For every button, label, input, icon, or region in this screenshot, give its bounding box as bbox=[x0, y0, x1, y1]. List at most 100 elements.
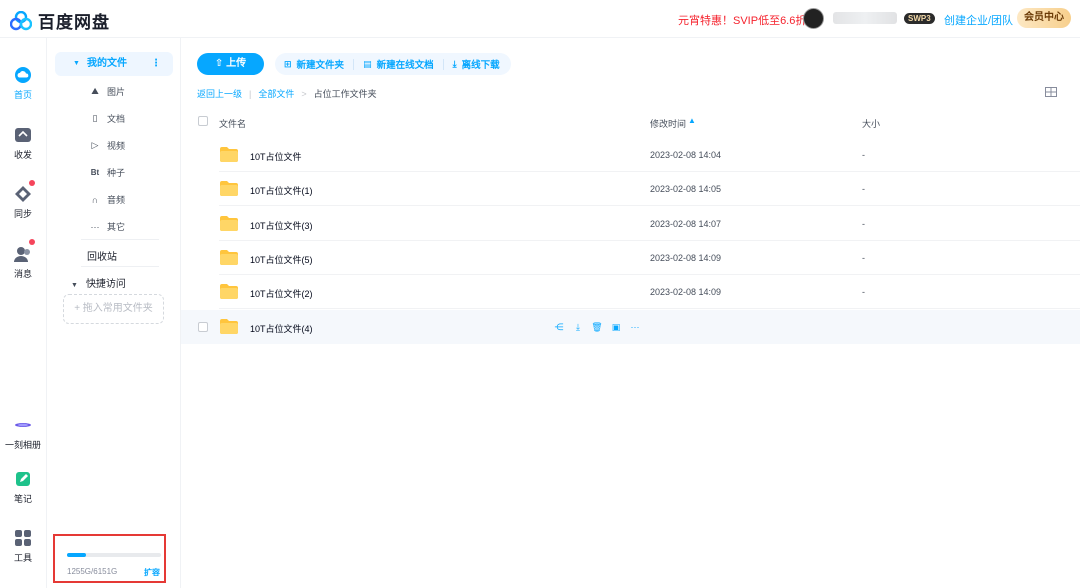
breadcrumb-separator: | bbox=[249, 88, 252, 99]
sort-ascending-icon[interactable]: ▲ bbox=[688, 116, 696, 125]
sidebar-item-my-files[interactable]: ▼ 我的文件 ⋮ bbox=[55, 52, 173, 76]
rail-item-transfer[interactable]: 收发 bbox=[0, 126, 46, 161]
username[interactable] bbox=[833, 12, 897, 24]
messages-badge bbox=[29, 239, 35, 245]
rail-label: 收发 bbox=[13, 150, 32, 160]
file-modified: 2023-02-08 14:04 bbox=[650, 150, 722, 160]
quota-text: 1255G/6151G bbox=[67, 567, 118, 576]
rename-icon[interactable]: ▣ bbox=[610, 321, 622, 333]
rail-label: 消息 bbox=[13, 269, 32, 279]
promo-link[interactable]: 元宵特惠！SVIP低至6.6折 bbox=[678, 12, 806, 28]
sidebar-item-recycle-bin[interactable]: 回收站 bbox=[87, 248, 117, 263]
upload-icon: ⇧ bbox=[214, 58, 224, 69]
folder-icon bbox=[220, 216, 238, 231]
column-size[interactable]: 大小 bbox=[862, 117, 880, 130]
note-icon bbox=[16, 472, 30, 486]
delete-icon[interactable]: 🗑 bbox=[591, 321, 603, 333]
storage-quota: 1255G/6151G 扩容 bbox=[53, 534, 166, 583]
select-all-checkbox[interactable] bbox=[198, 116, 208, 126]
sidebar-label: 文档 bbox=[107, 114, 126, 124]
more-icon[interactable]: ··· bbox=[629, 321, 641, 333]
rail-item-home[interactable]: 首页 bbox=[0, 66, 46, 101]
file-name[interactable]: 10T占位文件(4) bbox=[250, 322, 313, 335]
file-name[interactable]: 10T占位文件(3) bbox=[250, 219, 313, 232]
column-modified[interactable]: 修改时间 bbox=[650, 117, 686, 130]
sidebar-item-images[interactable]: ⛰ 图片 bbox=[89, 85, 125, 98]
table-row[interactable]: 10T占位文件(3) 2023-02-08 14:07 - bbox=[181, 207, 1080, 241]
table-row[interactable]: 10T占位文件(4) ⋲ ⤓ 🗑 ▣ ··· bbox=[181, 310, 1080, 344]
sidebar-item-documents[interactable]: ▯ 文档 bbox=[89, 112, 126, 125]
table-row[interactable]: 10T占位文件 2023-02-08 14:04 - bbox=[181, 138, 1080, 172]
toolbar-label: 新建文件夹 bbox=[296, 60, 345, 71]
create-enterprise-link[interactable]: 创建企业/团队 bbox=[944, 12, 1013, 28]
breadcrumb-all-files[interactable]: 全部文件 bbox=[258, 87, 294, 100]
rail-item-sync[interactable]: 同步 bbox=[0, 180, 46, 220]
download-icon: ⤓ bbox=[452, 58, 457, 69]
breadcrumb: 返回上一级 | 全部文件 > 占位工作文件夹 bbox=[197, 87, 377, 100]
download-icon[interactable]: ⤓ bbox=[572, 321, 584, 333]
brand-logo[interactable]: 百度网盘 bbox=[10, 8, 110, 33]
row-divider bbox=[219, 205, 1080, 206]
image-icon: ⛰ bbox=[91, 86, 99, 96]
file-name[interactable]: 10T占位文件 bbox=[250, 150, 302, 163]
sidebar-label: 音频 bbox=[107, 195, 126, 205]
share-icon[interactable]: ⋲ bbox=[553, 321, 565, 333]
new-folder-button[interactable]: ⊞ 新建文件夹 bbox=[275, 58, 355, 71]
row-checkbox[interactable] bbox=[198, 322, 208, 332]
table-header: 文件名 修改时间 ▲ 大小 bbox=[181, 111, 1080, 135]
quick-access-drop-zone[interactable]: + 拖入常用文件夹 bbox=[63, 294, 164, 324]
album-icon bbox=[15, 423, 31, 427]
file-name[interactable]: 10T占位文件(1) bbox=[250, 184, 313, 197]
rail-item-album[interactable]: 一刻相册 bbox=[0, 416, 46, 451]
sidebar-item-audio[interactable]: ∩ 音频 bbox=[89, 193, 125, 206]
grid-view-icon[interactable] bbox=[1045, 87, 1057, 97]
rail-item-notes[interactable]: 笔记 bbox=[0, 470, 46, 505]
file-name[interactable]: 10T占位文件(2) bbox=[250, 287, 313, 300]
sidebar-item-videos[interactable]: ▷ 视频 bbox=[89, 139, 125, 152]
more-vertical-icon[interactable]: ⋮ bbox=[151, 52, 161, 76]
caret-down-icon[interactable]: ▼ bbox=[73, 52, 80, 76]
top-header: 百度网盘 元宵特惠！SVIP低至6.6折 SWP3 创建企业/团队 会员中心 bbox=[0, 0, 1080, 38]
table-row[interactable]: 10T占位文件(2) 2023-02-08 14:09 - bbox=[181, 275, 1080, 309]
sidebar-label: 其它 bbox=[107, 222, 126, 232]
offline-download-button[interactable]: ⤓ 离线下载 bbox=[444, 58, 509, 72]
row-divider bbox=[219, 308, 1080, 309]
upload-button[interactable]: ⇧ 上传 bbox=[197, 53, 264, 75]
avatar[interactable] bbox=[803, 8, 824, 29]
folder-icon bbox=[220, 319, 238, 334]
new-online-doc-button[interactable]: ▤ 新建在线文档 bbox=[354, 58, 444, 71]
file-modified: 2023-02-08 14:09 bbox=[650, 253, 722, 263]
sidebar-item-quick-access[interactable]: ▼ 快捷访问 bbox=[71, 275, 126, 290]
sidebar-label: 快捷访问 bbox=[85, 279, 126, 290]
sidebar-item-torrents[interactable]: Bt 种子 bbox=[89, 166, 125, 179]
more-icon: ··· bbox=[90, 221, 100, 232]
video-icon: ▷ bbox=[91, 140, 99, 150]
breadcrumb-chevron-icon: > bbox=[301, 88, 307, 99]
member-center-button[interactable]: 会员中心 bbox=[1017, 8, 1071, 28]
file-name[interactable]: 10T占位文件(5) bbox=[250, 253, 313, 266]
sync-icon bbox=[15, 186, 31, 202]
vip-badge[interactable]: SWP3 bbox=[904, 13, 935, 24]
column-name[interactable]: 文件名 bbox=[219, 117, 246, 130]
rail-item-tools[interactable]: 工具 bbox=[0, 529, 46, 564]
toolbar-label: 离线下载 bbox=[461, 60, 500, 71]
file-modified: 2023-02-08 14:05 bbox=[650, 184, 722, 194]
folder-icon bbox=[220, 181, 238, 196]
quota-progress-fill bbox=[67, 553, 87, 557]
table-row[interactable]: 10T占位文件(5) 2023-02-08 14:09 - bbox=[181, 241, 1080, 275]
sidebar-item-others[interactable]: ··· 其它 bbox=[89, 220, 126, 233]
table-row[interactable]: 10T占位文件(1) 2023-02-08 14:05 - bbox=[181, 172, 1080, 206]
breadcrumb-current: 占位工作文件夹 bbox=[313, 89, 377, 99]
toolbar-label: 新建在线文档 bbox=[376, 60, 434, 71]
rail-label: 工具 bbox=[13, 553, 32, 563]
expand-storage-link[interactable]: 扩容 bbox=[144, 567, 160, 578]
file-size: - bbox=[862, 150, 865, 160]
sidebar-label: 视频 bbox=[107, 141, 126, 151]
rail-label: 首页 bbox=[13, 90, 32, 100]
action-toolbar: ⊞ 新建文件夹 ▤ 新建在线文档 ⤓ 离线下载 bbox=[275, 53, 511, 75]
breadcrumb-back[interactable]: 返回上一级 bbox=[197, 87, 242, 100]
message-icon bbox=[14, 247, 30, 262]
rail-item-messages[interactable]: 消息 bbox=[0, 239, 46, 280]
sidebar-label: 图片 bbox=[107, 87, 126, 97]
tools-icon bbox=[15, 530, 31, 546]
